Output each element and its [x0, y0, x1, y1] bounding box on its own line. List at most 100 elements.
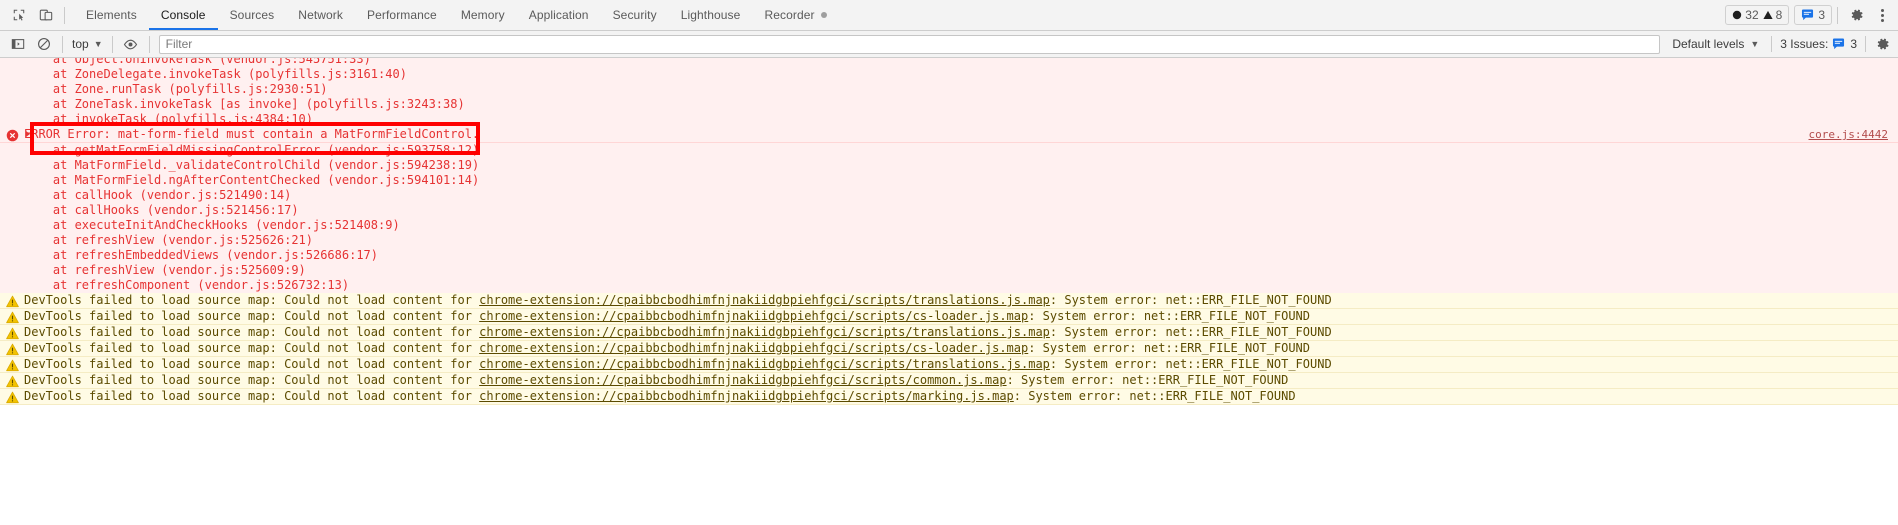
kebab-dot — [1880, 8, 1884, 12]
log-levels-dropdown[interactable]: Default levels ▼ — [1666, 37, 1765, 51]
console-warning-message[interactable]: DevTools failed to load source map: Coul… — [0, 293, 1898, 309]
console-stack-frame[interactable]: at Object.onInvokeTask (vendor.js:545751… — [0, 58, 1898, 67]
source-link[interactable]: vendor.js:521456:17 — [154, 203, 291, 217]
console-message-list[interactable]: at Object.onInvokeTask (vendor.js:545751… — [0, 58, 1898, 525]
source-map-url-link[interactable]: chrome-extension://cpaibbcbodhimfnjnakii… — [479, 389, 1014, 403]
console-warning-message[interactable]: DevTools failed to load source map: Coul… — [0, 341, 1898, 357]
console-counters[interactable]: 32 8 — [1725, 5, 1790, 25]
console-message-text: ERROR Error: mat-form-field must contain… — [24, 127, 480, 141]
console-message-text: DevTools failed to load source map: Coul… — [24, 389, 1296, 403]
console-stack-frame[interactable]: at callHooks (vendor.js:521456:17) — [0, 203, 1898, 218]
tab-security[interactable]: Security — [601, 0, 669, 30]
source-link[interactable]: polyfills.js:2930:51 — [176, 82, 321, 96]
warning-triangle-icon — [0, 389, 24, 404]
console-warning-message[interactable]: DevTools failed to load source map: Coul… — [0, 373, 1898, 389]
tab-application[interactable]: Application — [517, 0, 601, 30]
console-stack-frame[interactable]: at refreshView (vendor.js:525609:9) — [0, 263, 1898, 278]
console-error-message[interactable]: ERROR Error: mat-form-field must contain… — [0, 127, 1898, 143]
execution-context-selector[interactable]: top ▼ — [68, 34, 107, 54]
console-stack-frame[interactable]: at callHook (vendor.js:521490:14) — [0, 188, 1898, 203]
tab-lighthouse[interactable]: Lighthouse — [669, 0, 753, 30]
console-stack-frame[interactable]: at MatFormField._validateControlChild (v… — [0, 158, 1898, 173]
source-link[interactable]: vendor.js:594238:19 — [335, 158, 472, 172]
console-message-text: DevTools failed to load source map: Coul… — [24, 373, 1289, 387]
chevron-down-icon: ▼ — [93, 39, 103, 49]
stack-frame-spacer — [0, 173, 24, 188]
source-link[interactable]: vendor.js:521490:14 — [147, 188, 284, 202]
console-message-text: at Object.onInvokeTask (vendor.js:545751… — [24, 58, 1898, 67]
console-stack-frame[interactable]: at refreshEmbeddedViews (vendor.js:52668… — [0, 248, 1898, 263]
source-map-url-link[interactable]: chrome-extension://cpaibbcbodhimfnjnakii… — [479, 309, 1028, 323]
source-link[interactable]: vendor.js:593758:12 — [335, 143, 472, 157]
console-warning-message[interactable]: DevTools failed to load source map: Coul… — [0, 325, 1898, 341]
console-stack-frame[interactable]: at executeInitAndCheckHooks (vendor.js:5… — [0, 218, 1898, 233]
tab-network[interactable]: Network — [286, 0, 355, 30]
tab-label: Security — [612, 8, 657, 22]
console-stack-frame[interactable]: at ZoneTask.invokeTask [as invoke] (poly… — [0, 97, 1898, 112]
eye-icon[interactable] — [118, 32, 144, 56]
source-map-url-link[interactable]: chrome-extension://cpaibbcbodhimfnjnakii… — [479, 293, 1050, 307]
stack-frame-spacer — [0, 143, 24, 158]
console-stack-frame[interactable]: at invokeTask (polyfills.js:4384:10) — [0, 112, 1898, 127]
tab-memory[interactable]: Memory — [449, 0, 517, 30]
tab-sources[interactable]: Sources — [218, 0, 287, 30]
console-settings-gear-icon[interactable] — [1872, 33, 1894, 55]
tab-console[interactable]: Console — [148, 0, 218, 30]
source-link[interactable]: polyfills.js:3161:40 — [255, 67, 400, 81]
devtools-window: Elements Console Sources Network Perform… — [0, 0, 1898, 525]
expand-arrow-icon[interactable] — [26, 131, 30, 137]
console-sidebar-icon[interactable] — [5, 32, 31, 56]
kebab-dot — [1880, 18, 1884, 22]
console-warning-message[interactable]: DevTools failed to load source map: Coul… — [0, 357, 1898, 373]
console-stack-frame[interactable]: at refreshComponent (vendor.js:526732:13… — [0, 278, 1898, 293]
issues-counter-chip[interactable]: 3 — [1794, 5, 1832, 25]
source-link[interactable]: polyfills.js:3243:38 — [313, 97, 458, 111]
warning-triangle-icon — [1763, 10, 1773, 20]
tab-performance[interactable]: Performance — [355, 0, 449, 30]
source-link[interactable]: vendor.js:594101:14 — [335, 173, 472, 187]
clear-console-icon[interactable] — [31, 32, 57, 56]
source-map-url-link[interactable]: chrome-extension://cpaibbcbodhimfnjnakii… — [479, 325, 1050, 339]
console-warning-message[interactable]: DevTools failed to load source map: Coul… — [0, 309, 1898, 325]
tabbar-tools — [0, 0, 70, 30]
chevron-down-icon: ▼ — [1750, 39, 1760, 49]
warning-counter[interactable]: 8 — [1763, 8, 1782, 22]
tab-label: Recorder — [764, 8, 815, 22]
source-link[interactable]: vendor.js:526686:17 — [234, 248, 371, 262]
gear-icon[interactable] — [1843, 2, 1870, 29]
console-stack-frame[interactable]: at MatFormField.ngAfterContentChecked (v… — [0, 173, 1898, 188]
stack-frame-spacer — [0, 233, 24, 248]
console-message-text: at callHook (vendor.js:521490:14) — [24, 188, 292, 202]
devtools-tabbar: Elements Console Sources Network Perform… — [0, 0, 1898, 31]
source-link[interactable]: polyfills.js:4384:10 — [161, 112, 306, 126]
issues-label: 3 Issues: — [1780, 37, 1829, 51]
kebab-dot — [1880, 13, 1884, 17]
issues-toolbar-button[interactable]: 3 Issues: 3 — [1778, 37, 1859, 51]
console-stack-frame[interactable]: at Zone.runTask (polyfills.js:2930:51) — [0, 82, 1898, 97]
panel-tabs: Elements Console Sources Network Perform… — [74, 0, 839, 30]
source-map-url-link[interactable]: chrome-extension://cpaibbcbodhimfnjnakii… — [479, 373, 1006, 387]
console-stack-frame[interactable]: at getMatFormFieldMissingControlError (v… — [0, 143, 1898, 158]
source-link[interactable]: vendor.js:525609:9 — [169, 263, 299, 277]
toolbar-divider — [64, 6, 65, 24]
tab-elements[interactable]: Elements — [74, 0, 149, 30]
filter-input[interactable] — [158, 34, 1661, 54]
console-message-text: at Zone.runTask (polyfills.js:2930:51) — [24, 82, 328, 96]
device-toolbar-icon[interactable] — [32, 2, 59, 29]
source-map-url-link[interactable]: chrome-extension://cpaibbcbodhimfnjnakii… — [479, 357, 1050, 371]
message-source-link[interactable]: core.js:4442 — [1809, 127, 1888, 142]
console-message-text: at refreshView (vendor.js:525626:21) — [24, 233, 314, 247]
error-counter[interactable]: 32 — [1732, 8, 1759, 22]
tab-recorder[interactable]: Recorder — [752, 0, 838, 30]
console-warning-message[interactable]: DevTools failed to load source map: Coul… — [0, 389, 1898, 405]
source-link[interactable]: vendor.js:525626:21 — [169, 233, 306, 247]
stack-frame-spacer — [0, 58, 24, 67]
console-stack-frame[interactable]: at ZoneDelegate.invokeTask (polyfills.js… — [0, 67, 1898, 82]
source-link[interactable]: vendor.js:521408:9 — [262, 218, 392, 232]
source-map-url-link[interactable]: chrome-extension://cpaibbcbodhimfnjnakii… — [479, 341, 1028, 355]
console-stack-frame[interactable]: at refreshView (vendor.js:525626:21) — [0, 233, 1898, 248]
inspect-element-icon[interactable] — [5, 2, 32, 29]
more-options-kebab-icon[interactable] — [1870, 2, 1894, 28]
source-link[interactable]: vendor.js:545751:33 — [226, 58, 363, 66]
stack-frame-spacer — [0, 263, 24, 278]
